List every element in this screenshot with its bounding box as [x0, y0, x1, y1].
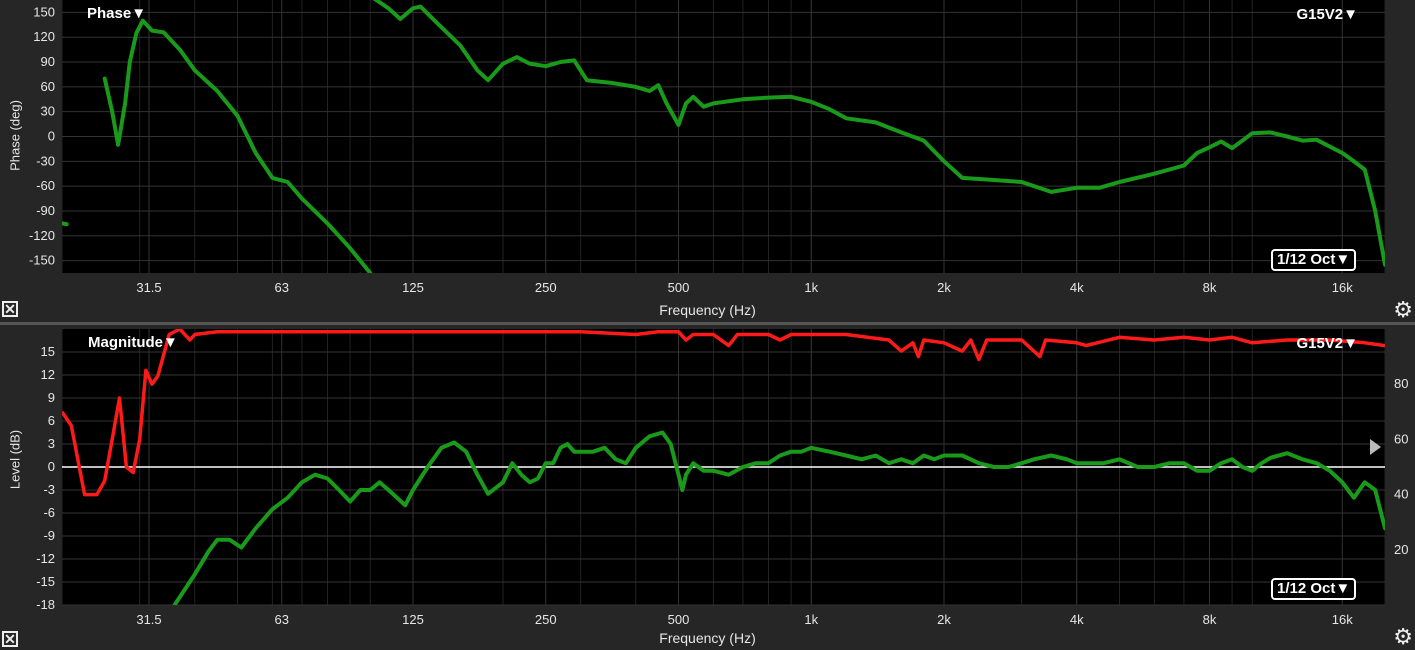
magnitude-close-icon[interactable]: ✕: [2, 631, 18, 647]
phase-x-tick-label: 250: [535, 280, 557, 295]
phase-y-tick-label: -120: [29, 228, 55, 243]
magnitude-x-tick-label: 500: [668, 612, 690, 627]
magnitude-y-tick-label: 3: [48, 436, 55, 451]
magnitude-y-tick-label: -9: [43, 528, 55, 543]
magnitude-x-tick-label: 1k: [804, 612, 818, 627]
magnitude-x-tick-label: 31.5: [136, 612, 161, 627]
phase-y-tick-label: 30: [41, 104, 55, 119]
magnitude-x-tick-label: 2k: [937, 612, 951, 627]
magnitude-x-tick-label: 16k: [1332, 612, 1353, 627]
magnitude-x-tick-label: 63: [275, 612, 289, 627]
phase-x-axis-label: Frequency (Hz): [659, 302, 756, 318]
magnitude-y-tick-label: 0: [48, 459, 55, 474]
phase-panel: 31.5 63 125 250 500 1k 2k 4k 8k 16k 150 120 90 60 30 0 -…: [0, 0, 1415, 323]
magnitude-title-dropdown[interactable]: Magnitude▼: [88, 334, 178, 351]
phase-chart: 31.5 63 125 250 500 1k 2k 4k 8k 16k 150 120 90 60 30 0 -…: [29, 0, 1386, 295]
magnitude-y2-tick-label: 80: [1394, 376, 1408, 391]
phase-x-tick-label: 63: [275, 280, 289, 295]
phase-x-tick-label: 500: [668, 280, 690, 295]
phase-y-tick-label: 120: [33, 29, 55, 44]
magnitude-y-tick-label: 12: [41, 367, 55, 382]
magnitude-y-tick-label: -3: [43, 482, 55, 497]
phase-x-tick-label: 2k: [937, 280, 951, 295]
magnitude-y2-tick-label: 60: [1394, 431, 1408, 446]
magnitude-chart: 31.5 63 125 250 500 1k 2k 4k 8k 16k15129630-3-6-9…: [36, 329, 1408, 627]
phase-trace-segment: [62, 221, 69, 227]
phase-y-tick-label: 0: [48, 129, 55, 144]
magnitude-y-tick-label: -15: [36, 574, 55, 589]
magnitude-y-tick-label: 9: [48, 390, 55, 405]
phase-x-tick-label: 125: [402, 280, 424, 295]
phase-y-tick-label: -150: [29, 253, 55, 268]
magnitude-x-tick-label: 125: [402, 612, 424, 627]
phase-y-axis-label: Phase (deg): [7, 100, 23, 171]
phase-x-tick-label: 31.5: [136, 280, 161, 295]
magnitude-y-tick-label: -12: [36, 551, 55, 566]
magnitude-x-tick-label: 8k: [1203, 612, 1217, 627]
phase-y-tick-label: 60: [41, 79, 55, 94]
phase-close-icon[interactable]: ✕: [2, 301, 18, 317]
phase-y-tick-label: 150: [33, 4, 55, 19]
phase-y-tick-label: 90: [41, 54, 55, 69]
magnitude-x-tick-label: 250: [535, 612, 557, 627]
phase-x-tick-label: 4k: [1070, 280, 1084, 295]
phase-trace-segment: [358, 272, 362, 273]
magnitude-y-axis-label: Level (dB): [7, 429, 23, 490]
phase-smoothing-dropdown[interactable]: 1/12 Oct▼: [1271, 249, 1357, 271]
magnitude-y-tick-label: -6: [43, 505, 55, 520]
phase-gear-icon[interactable]: ⚙: [1393, 299, 1413, 321]
phase-y-tick-label: -30: [36, 153, 55, 168]
phase-y-tick-label: -60: [36, 178, 55, 193]
phase-measurement-dropdown[interactable]: G15V2▼: [1296, 6, 1358, 23]
magnitude-smoothing-dropdown[interactable]: 1/12 Oct▼: [1271, 578, 1357, 600]
phase-x-tick-label: 16k: [1332, 280, 1353, 295]
magnitude-y2-tick-label: 40: [1394, 487, 1408, 502]
magnitude-y2-tick-label: 20: [1394, 542, 1408, 557]
magnitude-y-tick-label: 15: [41, 344, 55, 359]
magnitude-gear-icon[interactable]: ⚙: [1393, 626, 1413, 648]
magnitude-x-tick-label: 4k: [1070, 612, 1084, 627]
phase-x-tick-label: 1k: [804, 280, 818, 295]
magnitude-panel: 31.5 63 125 250 500 1k 2k 4k 8k 16k 15 12 9 6 3 0 -3 -6 -9…: [0, 324, 1415, 650]
magnitude-y-tick-label: 6: [48, 413, 55, 428]
magnitude-y-tick-label: -18: [36, 597, 55, 612]
phase-title-dropdown[interactable]: Phase▼: [87, 5, 146, 22]
phase-x-tick-label: 8k: [1203, 280, 1217, 295]
phase-y-tick-label: -90: [36, 203, 55, 218]
magnitude-x-axis-label: Frequency (Hz): [659, 630, 756, 646]
magnitude-measurement-dropdown[interactable]: G15V2▼: [1296, 335, 1358, 352]
